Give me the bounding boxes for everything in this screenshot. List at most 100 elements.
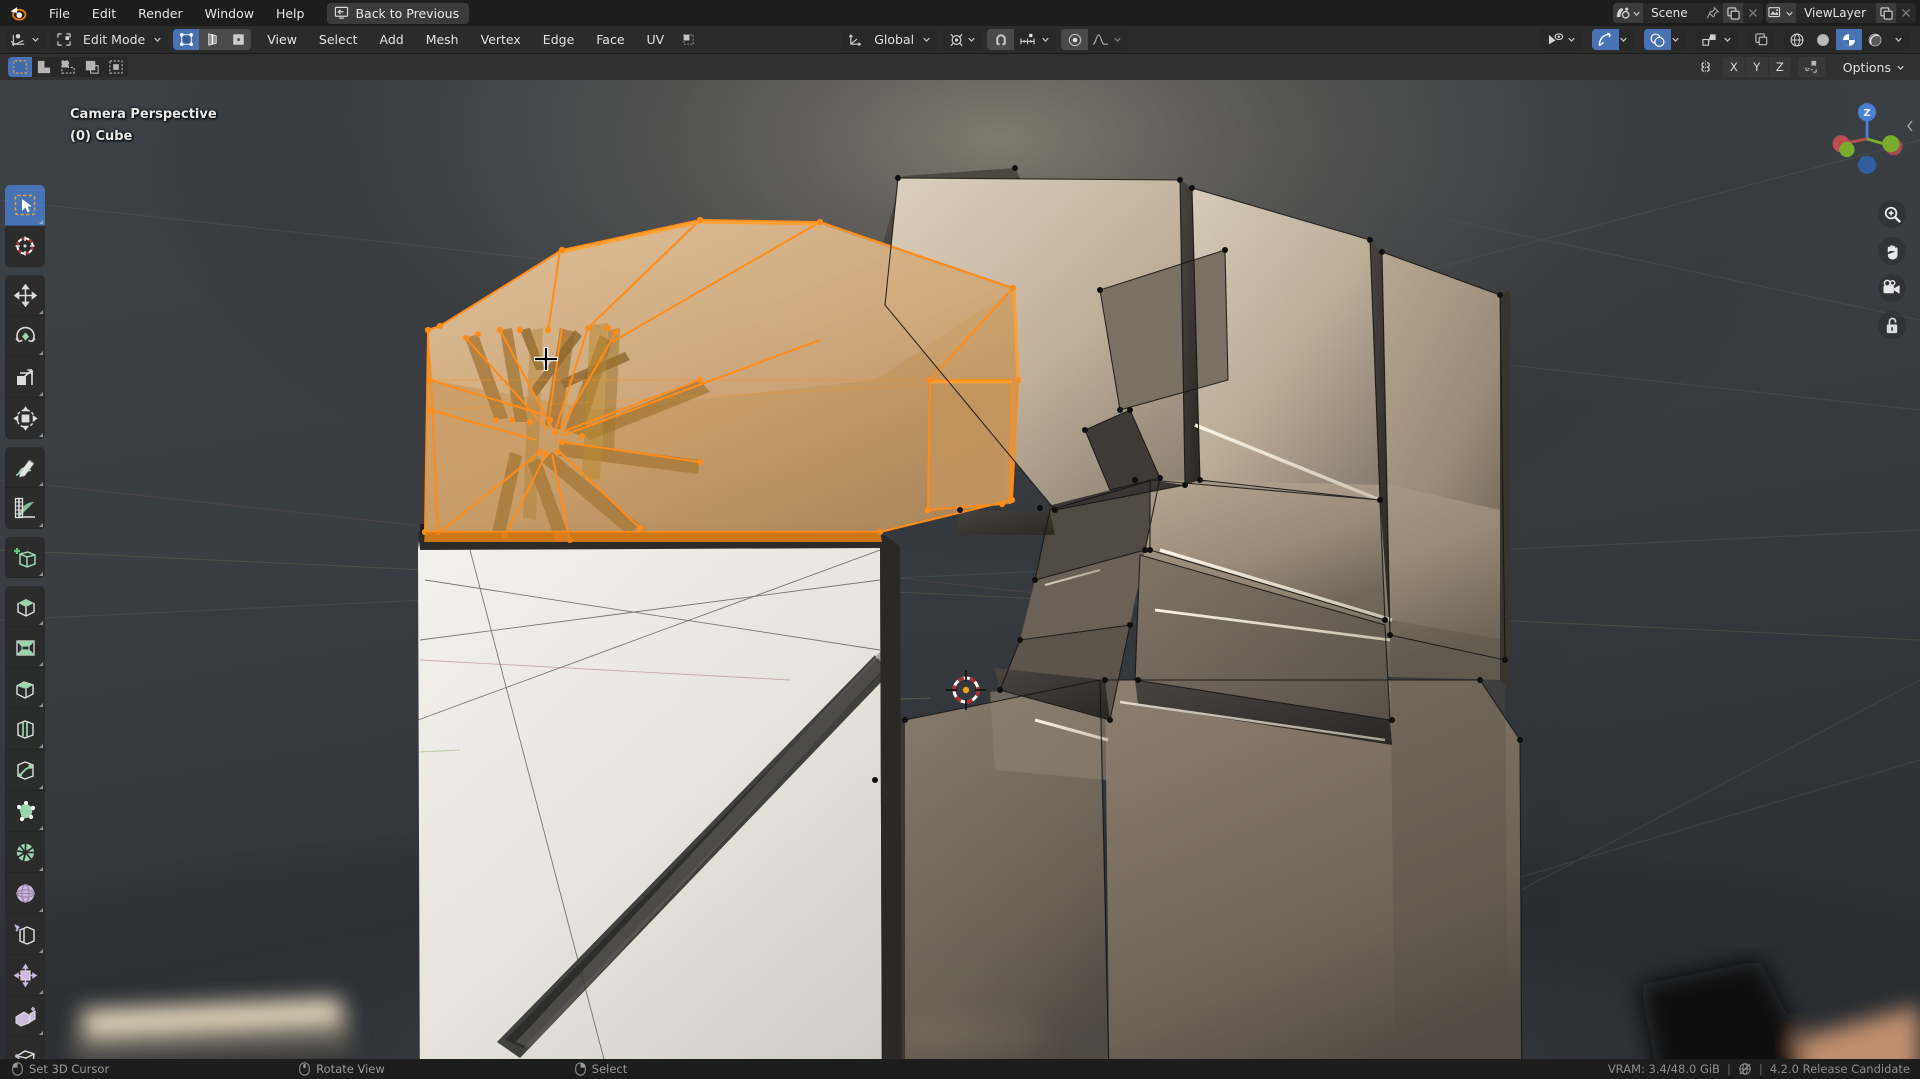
spin-tool[interactable] — [5, 832, 45, 873]
measure-tool[interactable] — [5, 488, 45, 529]
status-hint-label: Rotate View — [316, 1062, 385, 1076]
3d-viewport[interactable]: Camera Perspective (0) Cube — [0, 80, 1920, 1059]
shrink-fatten-tool[interactable] — [5, 955, 45, 996]
select-subtract-icon[interactable] — [56, 57, 80, 77]
object-types-visibility-icon — [1540, 29, 1567, 50]
vram-label: VRAM: 3.4/48.0 GiB — [1608, 1062, 1720, 1076]
mode-selector[interactable]: Edit Mode — [50, 29, 168, 50]
snap-increment-icon[interactable] — [1014, 29, 1041, 50]
menu-edge[interactable]: Edge — [532, 29, 585, 50]
new-viewlayer-icon[interactable] — [1876, 3, 1896, 23]
edge-select-icon[interactable] — [199, 29, 225, 50]
editor-type-3dview-icon[interactable] — [6, 29, 31, 50]
poly-build-tool[interactable] — [5, 791, 45, 832]
xray-selector[interactable] — [1696, 29, 1739, 50]
toggle-xray-button[interactable] — [1748, 29, 1775, 50]
zoom-view-button[interactable] — [1878, 200, 1906, 228]
vertex-select-icon[interactable] — [173, 29, 199, 50]
scene-data-icon[interactable] — [1613, 3, 1643, 23]
shear-tool[interactable] — [5, 996, 45, 1037]
cursor-tool[interactable] — [5, 226, 45, 267]
extrude-region-tool[interactable] — [5, 586, 45, 627]
rip-region-tool[interactable] — [5, 1037, 45, 1059]
tweak-select-tool[interactable] — [5, 185, 45, 226]
face-select-icon[interactable] — [225, 29, 251, 50]
shading-solid-icon[interactable] — [1810, 29, 1836, 50]
bevel-tool[interactable] — [5, 668, 45, 709]
move-tool[interactable] — [5, 275, 45, 316]
mirror-z-button[interactable]: Z — [1769, 57, 1791, 77]
tool-header: X Y Z Options — [0, 54, 1920, 80]
toggle-camera-view-button[interactable] — [1878, 274, 1906, 302]
select-intersect-icon[interactable] — [104, 57, 128, 77]
gizmo-icon[interactable] — [1592, 29, 1619, 50]
snap-project-individual-icon[interactable] — [1798, 57, 1825, 77]
menu-help[interactable]: Help — [265, 3, 316, 24]
select-set-icon[interactable] — [8, 57, 32, 77]
smooth-tool[interactable] — [5, 873, 45, 914]
new-scene-icon[interactable] — [1723, 3, 1743, 23]
menu-edit[interactable]: Edit — [81, 3, 127, 24]
options-button[interactable]: Options — [1836, 58, 1912, 77]
menu-view[interactable]: View — [256, 29, 308, 50]
blender-logo-icon[interactable] — [8, 3, 28, 23]
scale-tool[interactable] — [5, 357, 45, 398]
transform-orientation-selector[interactable]: Global — [841, 29, 937, 50]
menu-select[interactable]: Select — [308, 29, 369, 50]
toggle-perspective-ortho-button[interactable] — [1878, 311, 1906, 339]
edge-slide-tool[interactable] — [5, 914, 45, 955]
viewlayer-name[interactable]: ViewLayer — [1796, 3, 1876, 23]
scene-selector[interactable]: Scene — [1613, 3, 1763, 23]
overlays-selector[interactable] — [1644, 29, 1687, 50]
back-to-previous-button[interactable]: Back to Previous — [327, 3, 469, 24]
inset-faces-tool[interactable] — [5, 627, 45, 668]
editor-type-selector[interactable] — [6, 29, 45, 50]
mode-label[interactable]: Edit Mode — [75, 32, 153, 47]
loop-cut-tool[interactable] — [5, 709, 45, 750]
mirror-y-button[interactable]: Y — [1746, 57, 1768, 77]
pin-icon[interactable] — [1703, 3, 1723, 23]
menu-vertex[interactable]: Vertex — [470, 29, 532, 50]
shading-wireframe-icon[interactable] — [1784, 29, 1810, 50]
menu-render[interactable]: Render — [127, 3, 194, 24]
uv-sync-icon[interactable] — [675, 32, 701, 47]
menu-face[interactable]: Face — [585, 29, 635, 50]
pan-view-button[interactable] — [1878, 237, 1906, 265]
shading-material-icon[interactable] — [1836, 29, 1862, 50]
viewlayer-selector[interactable]: ViewLayer — [1766, 3, 1916, 23]
select-invert-icon[interactable] — [80, 57, 104, 77]
viewlayer-icon[interactable] — [1766, 3, 1796, 23]
transform-tool[interactable] — [5, 398, 45, 439]
annotate-tool[interactable] — [5, 447, 45, 488]
close-x-icon[interactable] — [1743, 3, 1763, 23]
close-x-icon[interactable] — [1896, 3, 1916, 23]
toggle-xray-icon[interactable] — [1748, 29, 1775, 50]
add-cube-tool[interactable] — [5, 537, 45, 578]
tool-group-annotate — [5, 447, 45, 529]
xray-toggle-icon[interactable] — [1696, 29, 1723, 50]
proportional-edit-icon[interactable] — [1061, 29, 1088, 50]
transform-orientation-value[interactable]: Global — [866, 32, 922, 47]
mesh-select-mode-group — [173, 29, 251, 50]
select-extend-icon[interactable] — [32, 57, 56, 77]
pivot-point-selector[interactable] — [942, 29, 982, 50]
menu-add[interactable]: Add — [368, 29, 414, 50]
shading-rendered-icon[interactable] — [1862, 29, 1888, 50]
falloff-smooth-icon[interactable] — [1088, 29, 1113, 50]
menu-mesh[interactable]: Mesh — [415, 29, 470, 50]
knife-tool[interactable] — [5, 750, 45, 791]
sidebar-expand-chevron-icon[interactable] — [1904, 118, 1916, 134]
rotate-tool[interactable] — [5, 316, 45, 357]
overlays-icon[interactable] — [1644, 29, 1671, 50]
object-types-visibility-selector[interactable] — [1540, 29, 1583, 50]
menu-uv[interactable]: UV — [636, 29, 676, 50]
snap-magnet-icon[interactable] — [987, 29, 1014, 50]
scene-name[interactable]: Scene — [1643, 3, 1703, 23]
transform-orientation-icon — [841, 29, 866, 50]
status-hint-left-mouse: Set 3D Cursor — [12, 1062, 109, 1076]
menu-window[interactable]: Window — [194, 3, 265, 24]
mirror-x-button[interactable]: X — [1723, 57, 1745, 77]
menu-file[interactable]: File — [38, 3, 81, 24]
navigation-gizmo[interactable]: Z — [1824, 94, 1910, 184]
gizmo-selector[interactable] — [1592, 29, 1635, 50]
